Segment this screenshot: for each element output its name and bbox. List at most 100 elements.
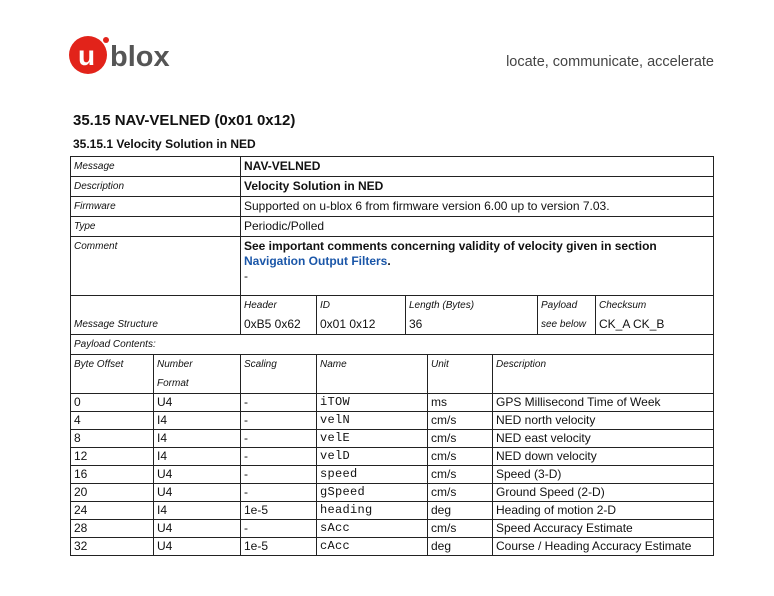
comment-period: . [387, 254, 391, 268]
field-name-cell: iTOW [316, 393, 428, 412]
scaling-cell: - [240, 465, 317, 484]
byte-offset-cell: 8 [70, 429, 154, 448]
header-label: Header [240, 295, 317, 315]
unit-cell: cm/s [427, 483, 493, 502]
firmware-value: Supported on u-blox 6 from firmware vers… [239, 196, 715, 217]
description-cell: GPS Millisecond Time of Week [491, 393, 715, 412]
field-name-cell: cAcc [316, 537, 428, 556]
description-cell: NED down velocity [491, 447, 715, 466]
number-format-cell: I4 [153, 447, 241, 466]
firmware-row: Firmware Supported on u-blox 6 from firm… [70, 196, 715, 217]
field-name-cell: heading [316, 501, 428, 520]
col-byte-offset: Byte Offset [70, 354, 154, 394]
ublox-logo: u blox [69, 36, 170, 74]
field-name-cell: velD [316, 447, 428, 466]
table-row: 20 U4- gSpeed cm/s Ground Speed (2-D) [70, 483, 715, 502]
comment-text: See important comments concerning validi… [244, 239, 657, 253]
payload-header-row: Byte Offset Number Format Scaling Name U… [70, 354, 715, 394]
byte-offset-cell: 32 [70, 537, 154, 556]
table-row: 4 I4- velN cm/s NED north velocity [70, 411, 715, 430]
col-unit: Unit [427, 354, 493, 394]
unit-cell: cm/s [427, 447, 493, 466]
field-name-cell: velE [316, 429, 428, 448]
description-cell: Speed (3-D) [491, 465, 715, 484]
message-value: NAV-VELNED [239, 156, 715, 177]
payload-contents-label: Payload Contents: [69, 334, 715, 355]
table-row: 12 I4- velD cm/s NED down velocity [70, 447, 715, 466]
type-row: Type Periodic/Polled [70, 216, 715, 237]
svg-text:blox: blox [110, 41, 170, 73]
table-row: 0 U4- iTOW ms GPS Millisecond Time of Week [70, 393, 715, 412]
field-name-cell: velN [316, 411, 428, 430]
byte-offset-cell: 4 [70, 411, 154, 430]
number-format-cell: U4 [153, 483, 241, 502]
col-description: Description [491, 354, 715, 394]
comment-label: Comment [70, 236, 241, 296]
tagline: locate, communicate, accelerate [506, 54, 714, 70]
scaling-cell: 1e-5 [240, 501, 317, 520]
description-cell: NED north velocity [491, 411, 715, 430]
unit-cell: cm/s [427, 519, 493, 538]
unit-cell: deg [427, 537, 493, 556]
field-name-cell: sAcc [316, 519, 428, 538]
length-value: 36 [405, 315, 538, 335]
section-title: 35.15 NAV-VELNED (0x01 0x12) [73, 112, 296, 129]
table-row: 16 U4- speed cm/s Speed (3-D) [70, 465, 715, 484]
svg-text:u: u [78, 40, 95, 71]
field-name-cell: gSpeed [316, 483, 428, 502]
header-value: 0xB5 0x62 [240, 315, 317, 335]
message-row: Message NAV-VELNED [70, 156, 715, 177]
unit-cell: ms [427, 393, 493, 412]
table-row: 28 U4- sAcc cm/s Speed Accuracy Estimate [70, 519, 715, 538]
unit-cell: cm/s [427, 411, 493, 430]
byte-offset-cell: 0 [70, 393, 154, 412]
scaling-cell: - [240, 447, 317, 466]
col-number-format-line2: Format [157, 378, 189, 389]
unit-cell: cm/s [427, 429, 493, 448]
description-label: Description [70, 176, 241, 197]
unit-cell: cm/s [427, 465, 493, 484]
number-format-cell: I4 [153, 429, 241, 448]
description-row: Description Velocity Solution in NED [70, 176, 715, 197]
description-value: Velocity Solution in NED [239, 176, 715, 197]
scaling-cell: - [240, 411, 317, 430]
field-name-cell: speed [316, 465, 428, 484]
checksum-label: Checksum [594, 295, 715, 315]
message-table: Message NAV-VELNED Description Velocity … [69, 156, 715, 556]
id-label: ID [316, 295, 406, 315]
byte-offset-cell: 28 [70, 519, 154, 538]
col-number-format: Number Format [153, 354, 241, 394]
structure-label-spacer [70, 295, 241, 315]
byte-offset-cell: 12 [70, 447, 154, 466]
navigation-output-filters-link[interactable]: Navigation Output Filters [244, 254, 387, 268]
comment-dash: - [244, 269, 248, 283]
number-format-cell: U4 [153, 537, 241, 556]
description-cell: Ground Speed (2-D) [491, 483, 715, 502]
number-format-cell: I4 [153, 411, 241, 430]
payload-label: Payload [537, 295, 596, 315]
description-cell: Heading of motion 2-D [491, 501, 715, 520]
number-format-cell: I4 [153, 501, 241, 520]
description-cell: Speed Accuracy Estimate [491, 519, 715, 538]
length-label: Length (Bytes) [405, 295, 538, 315]
table-row: 32 U4 1e-5 cAcc deg Course / Heading Accuracy… [70, 537, 715, 556]
scaling-cell: - [240, 519, 317, 538]
byte-offset-cell: 24 [70, 501, 154, 520]
payload-contents-row: Payload Contents: [69, 334, 715, 355]
col-scaling: Scaling [240, 354, 317, 394]
number-format-cell: U4 [153, 519, 241, 538]
payload-value: see below [537, 315, 596, 335]
scaling-cell: - [240, 483, 317, 502]
byte-offset-cell: 16 [70, 465, 154, 484]
scaling-cell: - [240, 429, 317, 448]
description-cell: NED east velocity [491, 429, 715, 448]
checksum-value: CK_A CK_B [594, 315, 715, 335]
type-label: Type [70, 216, 241, 237]
number-format-cell: U4 [153, 393, 241, 412]
firmware-label: Firmware [70, 196, 241, 217]
structure-value-row: Message Structure 0xB5 0x62 0x01 0x12 36… [70, 315, 715, 335]
structure-label: Message Structure [70, 315, 241, 335]
byte-offset-cell: 20 [70, 483, 154, 502]
table-row: 24 I4 1e-5 heading deg Heading of motion 2-D [70, 501, 715, 520]
comment-row: Comment See important comments concernin… [70, 236, 715, 296]
